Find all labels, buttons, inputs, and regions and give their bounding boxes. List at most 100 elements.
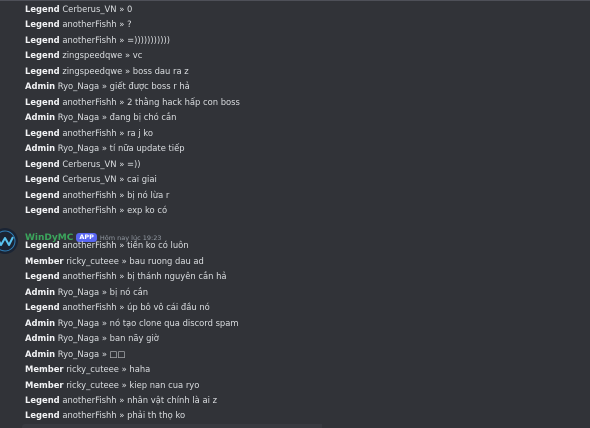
rank-label: Legend	[25, 240, 60, 250]
separator: »	[121, 380, 127, 390]
chat-line: Admin Ryo_Naga » giết được boss r hả	[25, 79, 190, 94]
rank-label: Admin	[25, 287, 56, 297]
player-name: Ryo_Naga	[57, 81, 100, 91]
message-text: boss dau ra z	[132, 66, 189, 76]
rank-label: Admin	[25, 112, 56, 122]
chat-line: Legend zingspeedqwe » vc	[25, 48, 142, 63]
chat-line: Legend anotherFishh » bị nó lừa r	[25, 188, 169, 203]
separator: »	[124, 66, 131, 76]
rank-label: Admin	[25, 143, 56, 153]
player-name: anotherFishh	[62, 205, 117, 215]
chat-line: Legend anotherFishh » ?	[25, 17, 132, 32]
message-text: ban nãy giờ	[109, 333, 159, 343]
player-name: anotherFishh	[62, 395, 117, 405]
rank-label: Member	[25, 380, 64, 390]
rank-label: Legend	[25, 410, 60, 420]
message-text: vc	[132, 50, 143, 60]
chat-line: Legend anotherFishh » bị thánh nguyên cắ…	[25, 269, 227, 284]
separator: »	[119, 395, 125, 405]
message-text: haha	[129, 364, 151, 374]
separator: »	[119, 159, 125, 169]
message-text: giết được boss r hả	[109, 81, 190, 91]
player-name: Ryo_Naga	[57, 143, 100, 153]
rank-label: Legend	[25, 66, 60, 76]
message-composer-edge[interactable]	[22, 424, 322, 428]
separator: »	[119, 97, 125, 107]
rank-label: Admin	[25, 318, 56, 328]
player-name: anotherFishh	[62, 35, 117, 45]
rank-label: Legend	[25, 302, 60, 312]
separator: »	[121, 256, 127, 266]
message-text: bau ruong dau ad	[129, 256, 204, 266]
chat-line: Legend anotherFishh » úp bô vô cái đầu n…	[25, 300, 210, 315]
message-text: 2 thằng hack hấp con boss	[127, 97, 240, 107]
player-name: ricky_cuteee	[66, 364, 119, 374]
separator: »	[101, 349, 107, 359]
chat-line: Legend Cerberus_VN » 0	[25, 2, 132, 17]
message-text: phải th thọ ko	[127, 410, 186, 420]
player-name: anotherFishh	[62, 302, 117, 312]
player-name: anotherFishh	[62, 19, 117, 29]
player-name: Ryo_Naga	[57, 112, 100, 122]
separator: »	[119, 302, 125, 312]
rank-label: Member	[25, 364, 64, 374]
rank-label: Admin	[25, 349, 56, 359]
player-name: zingspeedqwe	[62, 50, 123, 60]
player-name: Cerberus_VN	[62, 174, 117, 184]
separator: »	[119, 128, 125, 138]
chat-line: Legend anotherFishh » nhân vật chính là …	[25, 393, 217, 408]
rank-label: Legend	[25, 35, 60, 45]
chat-line: Admin Ryo_Naga » □□	[25, 347, 126, 362]
chat-line: Member ricky_cuteee » kiep nan cua ryo	[25, 378, 199, 393]
chat-messages: Legend Cerberus_VN » 0 Legend anotherFis…	[0, 0, 590, 428]
player-name: anotherFishh	[62, 271, 117, 281]
message-text: tí nữa update tiếp	[109, 143, 185, 153]
rank-label: Legend	[25, 159, 60, 169]
chat-line: Member ricky_cuteee » haha	[25, 362, 150, 377]
message-text: ?	[127, 19, 132, 29]
message-text: tiền ko có luôn	[127, 240, 189, 250]
rank-label: Legend	[25, 128, 60, 138]
player-name: anotherFishh	[62, 410, 117, 420]
message-text: kiep nan cua ryo	[129, 380, 200, 390]
chat-line: Legend anotherFishh » exp ko có	[25, 203, 167, 218]
separator: »	[101, 112, 107, 122]
chat-line: Admin Ryo_Naga » bị nó cắn	[25, 285, 148, 300]
player-name: anotherFishh	[62, 190, 117, 200]
rank-label: Legend	[25, 174, 60, 184]
chat-line: Legend anotherFishh » tiền ko có luôn	[25, 238, 189, 253]
separator: »	[119, 190, 125, 200]
separator: »	[119, 19, 125, 29]
message-text: nhân vật chính là ai z	[127, 395, 217, 405]
chat-line: Admin Ryo_Naga » nó tạo clone qua discor…	[25, 316, 239, 331]
separator: »	[119, 205, 125, 215]
chat-line: Legend anotherFishh » phải th thọ ko	[25, 408, 185, 423]
rank-label: Legend	[25, 395, 60, 405]
rank-label: Legend	[25, 271, 60, 281]
separator: »	[101, 333, 107, 343]
chat-line: Admin Ryo_Naga » đang bị chó cắn	[25, 110, 176, 125]
rank-label: Legend	[25, 205, 60, 215]
rank-label: Legend	[25, 50, 60, 60]
player-name: Cerberus_VN	[62, 4, 117, 14]
message-text: bị nó cắn	[109, 287, 149, 297]
separator: »	[119, 4, 125, 14]
windymc-avatar-icon[interactable]	[0, 228, 18, 254]
message-text: exp ko có	[127, 205, 168, 215]
separator: »	[101, 143, 107, 153]
separator: »	[119, 410, 125, 420]
message-text: =))	[127, 159, 141, 169]
separator: »	[101, 287, 107, 297]
chat-line: Member ricky_cuteee » bau ruong dau ad	[25, 254, 204, 269]
chat-line: Legend anotherFishh » =)))))))))))	[25, 33, 170, 48]
player-name: ricky_cuteee	[66, 256, 119, 266]
separator: »	[121, 364, 127, 374]
separator: »	[124, 50, 131, 60]
chat-line: Legend Cerberus_VN » cai giai	[25, 172, 157, 187]
player-name: anotherFishh	[62, 128, 117, 138]
message-text: đang bị chó cắn	[109, 112, 177, 122]
message-text: 0	[127, 4, 133, 14]
player-name: Ryo_Naga	[57, 349, 100, 359]
player-name: Ryo_Naga	[57, 318, 100, 328]
message-text: ra j ko	[127, 128, 153, 138]
